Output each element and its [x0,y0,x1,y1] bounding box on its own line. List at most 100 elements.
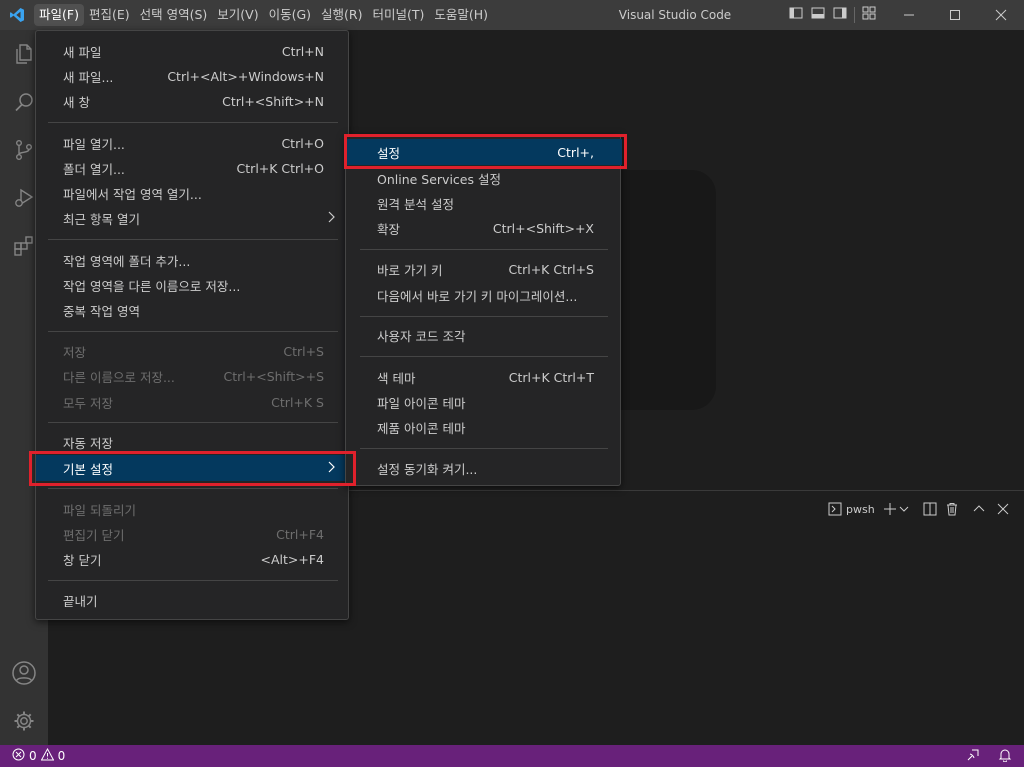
menu-item-product-icon-theme[interactable]: 제품 아이콘 테마 [346,414,622,440]
menu-item-label: 파일 열기... [63,136,125,152]
broadcast-icon[interactable] [966,748,980,765]
terminal-name[interactable]: pwsh [846,500,875,518]
menu-item-close-editor[interactable]: 편집기 닫기 Ctrl+F4 [36,521,350,547]
warning-count: 0 [57,749,66,763]
customize-layout-icon[interactable] [861,5,877,25]
menu-separator [360,249,608,250]
menu-item-exit[interactable]: 끝내기 [36,587,350,613]
highlight-box-preferences [29,451,356,486]
menu-terminal[interactable]: 터미널(T) [368,4,430,26]
warning-icon [40,747,54,764]
menu-item-save-workspace-as[interactable]: 작업 영역을 다른 이름으로 저장... [36,272,350,298]
menu-item-new-file[interactable]: 새 파일 Ctrl+N [36,38,350,64]
problems-status[interactable]: 0 0 [0,747,66,764]
menu-item-label: 새 창 [63,94,90,110]
menu-file[interactable]: 파일(F) [34,4,84,26]
menu-item-new-window[interactable]: 새 창 Ctrl+<Shift>+N [36,88,350,114]
menu-item-new-file-dialog[interactable]: 새 파일... Ctrl+<Alt>+Windows+N [36,63,350,89]
highlight-box-settings [344,134,627,169]
maximize-icon[interactable] [932,0,978,30]
menu-view[interactable]: 보기(V) [212,4,263,26]
menu-item-telemetry-settings[interactable]: 원격 분석 설정 [346,190,622,216]
menu-item-shortcut: Ctrl+<Shift>+N [222,93,324,109]
menu-item-open-recent[interactable]: 최근 항목 열기 [36,205,350,231]
chevron-up-icon[interactable] [973,500,985,518]
menu-selection[interactable]: 선택 영역(S) [135,4,213,26]
menu-item-save[interactable]: 저장 Ctrl+S [36,338,350,364]
menu-item-file-icon-theme[interactable]: 파일 아이콘 테마 [346,389,622,415]
menu-item-shortcut: <Alt>+F4 [260,551,325,567]
menu-item-open-workspace[interactable]: 파일에서 작업 영역 열기... [36,180,350,206]
trash-icon[interactable] [945,500,959,518]
menu-item-shortcut: Ctrl+O [281,135,324,151]
menu-item-label: 제품 아이콘 테마 [377,420,466,436]
menu-item-shortcut: Ctrl+K Ctrl+S [508,261,594,277]
accounts-icon[interactable] [0,649,48,697]
menu-help[interactable]: 도움말(H) [429,4,493,26]
split-icon[interactable] [923,500,937,518]
menu-item-save-all[interactable]: 모두 저장 Ctrl+K S [36,389,350,415]
menu-item-open-file[interactable]: 파일 열기... Ctrl+O [36,130,350,156]
menu-run[interactable]: 실행(R) [316,4,367,26]
manage-gear-icon[interactable] [0,697,48,745]
add-icon[interactable] [883,500,897,518]
menu-item-label: 새 파일... [63,69,114,85]
menu-item-label: 창 닫기 [63,552,102,568]
menu-item-shortcut: Ctrl+K S [271,394,324,410]
toggle-primary-sidebar-icon[interactable] [788,5,804,25]
menu-separator [48,488,338,489]
menu-item-close-window[interactable]: 창 닫기 <Alt>+F4 [36,546,350,572]
chevron-down-icon[interactable] [899,500,909,518]
menu-item-label: 새 파일 [63,44,102,60]
menu-separator [48,422,338,423]
menu-item-label: 원격 분석 설정 [377,196,454,212]
menu-bar: 파일(F) 편집(E) 선택 영역(S) 보기(V) 이동(G) 실행(R) 터… [34,0,493,30]
menu-separator [48,580,338,581]
toggle-secondary-sidebar-icon[interactable] [832,5,848,25]
minimize-icon[interactable] [886,0,932,30]
menu-item-label: 설정 동기화 켜기... [377,461,478,477]
menu-item-label: 바로 가기 키 [377,262,443,278]
close-icon[interactable] [978,0,1024,30]
menu-item-add-folder-to-workspace[interactable]: 작업 영역에 폴더 추가... [36,247,350,273]
menu-item-revert-file[interactable]: 파일 되돌리기 [36,496,350,522]
menu-item-duplicate-workspace[interactable]: 중복 작업 영역 [36,297,350,323]
menu-item-color-theme[interactable]: 색 테마 Ctrl+K Ctrl+T [346,364,622,390]
menu-item-shortcut: Ctrl+K Ctrl+T [508,369,594,385]
error-icon [12,748,25,764]
menu-separator [360,448,608,449]
menu-separator [48,122,338,123]
menu-item-label: 저장 [63,344,87,360]
menu-item-save-as[interactable]: 다른 이름으로 저장... Ctrl+<Shift>+S [36,363,350,389]
menu-item-shortcut: Ctrl+S [283,343,324,359]
menu-item-shortcut: Ctrl+F4 [276,526,324,542]
menu-item-user-snippets[interactable]: 사용자 코드 조각 [346,322,622,348]
menu-item-keyboard-shortcuts[interactable]: 바로 가기 키 Ctrl+K Ctrl+S [346,256,622,282]
menu-item-label: 편집기 닫기 [63,527,125,543]
preferences-submenu: 설정 Ctrl+, Online Services 설정 원격 분석 설정 확장 C… [345,134,622,486]
menu-item-open-folder[interactable]: 폴더 열기... Ctrl+K Ctrl+O [36,155,350,181]
menu-separator [48,239,338,240]
menu-item-label: 폴더 열기... [63,161,125,177]
menu-item-shortcut: Ctrl+<Shift>+X [492,220,594,236]
menu-item-label: 작업 영역을 다른 이름으로 저장... [63,278,241,294]
menu-item-label: Online Services 설정 [377,171,501,187]
status-right [966,745,1012,767]
vscode-logo-icon [0,0,34,30]
toggle-panel-icon[interactable] [810,5,826,25]
menu-item-turn-on-settings-sync[interactable]: 설정 동기화 켜기... [346,455,622,481]
status-bar: 0 0 [0,745,1024,767]
file-menu: 새 파일 Ctrl+N 새 파일... Ctrl+<Alt>+Windows+N 새… [35,30,350,620]
terminal-icon[interactable] [828,500,842,518]
bell-icon[interactable] [998,748,1012,765]
menu-item-label: 모두 저장 [63,395,113,411]
menu-item-extensions[interactable]: 확장 Ctrl+<Shift>+X [346,215,622,241]
menu-item-label: 끝내기 [63,593,98,609]
panel-close-icon[interactable] [997,500,1009,518]
menu-edit[interactable]: 편집(E) [84,4,135,26]
menu-item-migrate-keybindings[interactable]: 다음에서 바로 가기 키 마이그레이션... [346,282,622,308]
chevron-right-icon [328,211,336,226]
menu-separator [48,331,338,332]
menu-item-label: 중복 작업 영역 [63,303,140,319]
menu-go[interactable]: 이동(G) [264,4,316,26]
